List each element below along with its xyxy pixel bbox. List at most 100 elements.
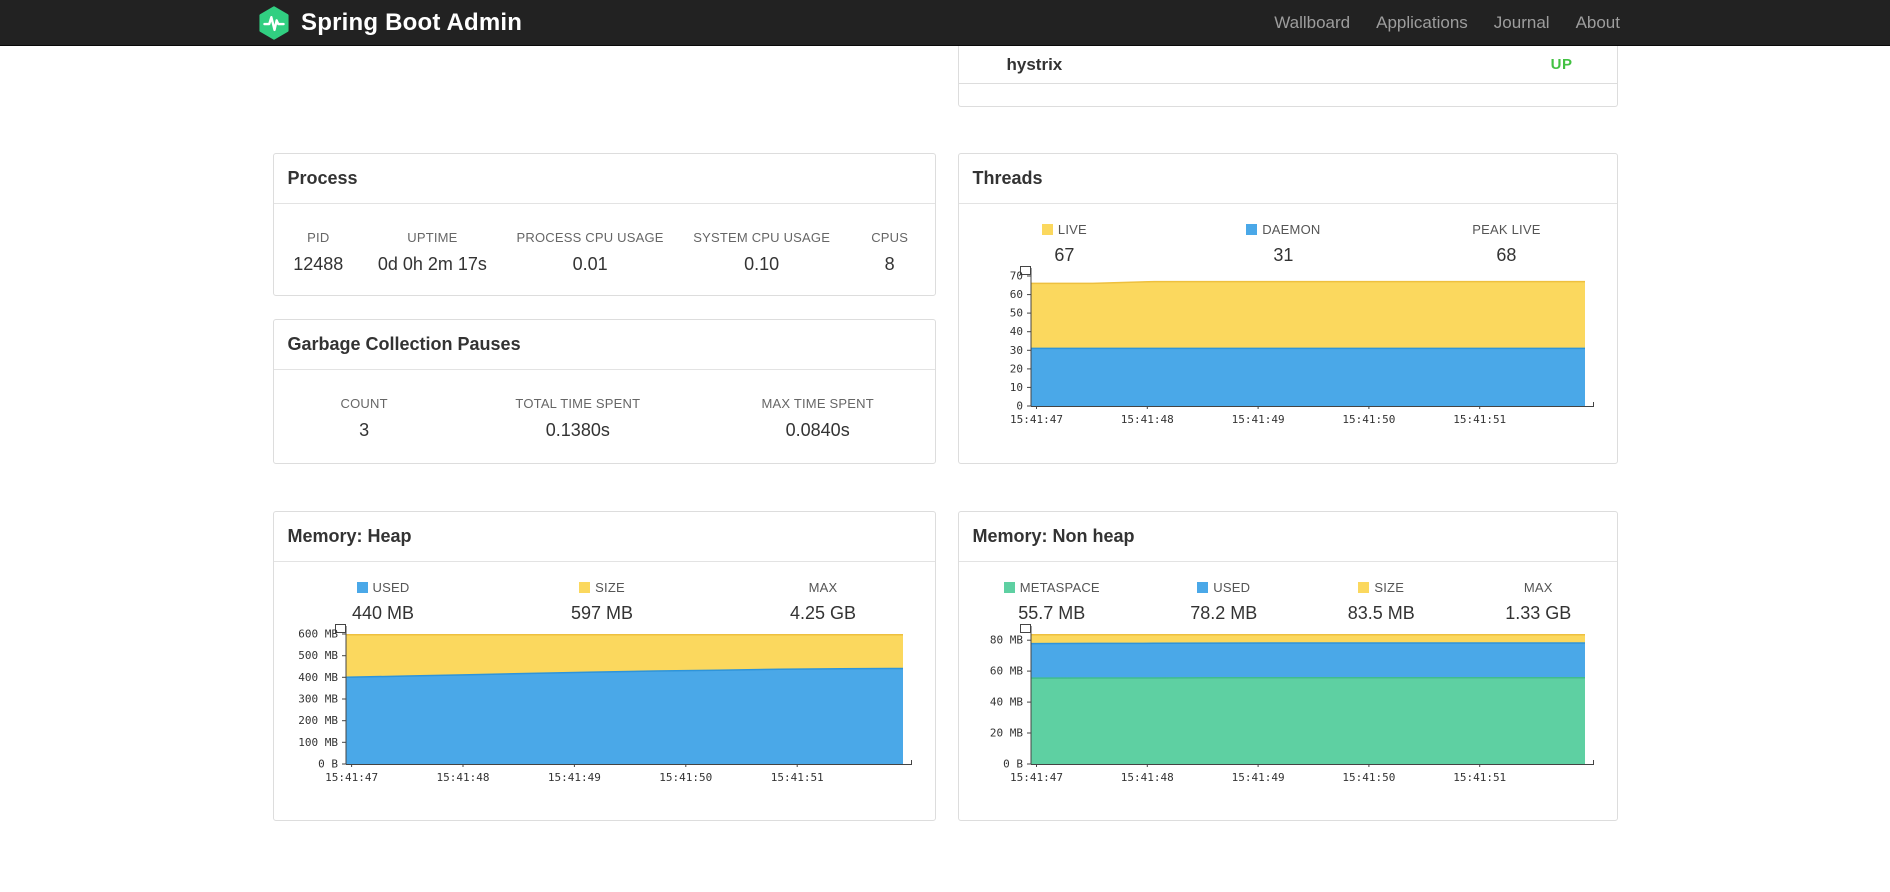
stat-label: SYSTEM CPU USAGE [693, 230, 831, 245]
process-panel-title: Process [273, 154, 935, 204]
svg-text:20 MB: 20 MB [989, 727, 1022, 740]
svg-text:15:41:50: 15:41:50 [1342, 413, 1395, 426]
legend-swatch-size [579, 582, 591, 593]
svg-text:70: 70 [1009, 270, 1022, 283]
svg-text:300 MB: 300 MB [298, 693, 338, 706]
stat-value: 8 [884, 254, 895, 274]
svg-text:80 MB: 80 MB [989, 634, 1022, 647]
memory-heap-legend: USED 440 MB SIZE 597 MB MAX 4.25 GB [274, 562, 935, 624]
stat-count: COUNT 3 [334, 396, 394, 441]
svg-text:15:41:48: 15:41:48 [436, 771, 489, 784]
legend-value: 4.25 GB [789, 603, 857, 623]
stat-label: PID [307, 230, 330, 245]
nav-applications[interactable]: Applications [1363, 0, 1481, 46]
memory-nonheap-chart: 0 B 20 MB 40 MB 60 MB 80 MB 15:41:47 15:41:48 1… [959, 624, 1617, 793]
threads-chart: 0 10 20 30 40 50 60 70 15:41:47 15:41:48 15:41:49 1… [959, 266, 1617, 435]
legend-metaspace: METASPACE 55.7 MB [1003, 580, 1100, 624]
legend-label: USED [1190, 580, 1257, 595]
stat-value: 3 [359, 420, 370, 440]
svg-text:0: 0 [1016, 400, 1023, 413]
stat-label: PROCESS CPU USAGE [516, 230, 664, 245]
legend-text: USED [1213, 580, 1251, 595]
nav-wallboard[interactable]: Wallboard [1261, 0, 1363, 46]
legend-swatch-metaspace [1003, 582, 1015, 593]
legend-label: MAX [1505, 580, 1571, 595]
legend-peak-live: PEAK LIVE 68 [1472, 222, 1540, 266]
legend-text: PEAK LIVE [1472, 222, 1541, 237]
legend-label: METASPACE [1003, 580, 1100, 595]
threads-panel-title: Threads [958, 154, 1617, 204]
svg-text:60 MB: 60 MB [989, 665, 1022, 678]
legend-text: MAX [808, 580, 838, 595]
svg-text:60: 60 [1009, 288, 1022, 301]
stat-value: 0.10 [744, 254, 780, 274]
stat-value: 0.01 [572, 254, 608, 274]
legend-value: 78.2 MB [1190, 603, 1258, 623]
stat-label: TOTAL TIME SPENT [515, 396, 641, 411]
stat-label: CPUS [871, 230, 909, 245]
legend-text: SIZE [595, 580, 625, 595]
stat-total-time-spent: TOTAL TIME SPENT 0.1380s [515, 396, 640, 441]
legend-live: LIVE 67 [1034, 222, 1094, 266]
svg-text:15:41:47: 15:41:47 [1010, 413, 1063, 426]
legend-swatch-used [356, 582, 368, 593]
legend-size: SIZE 597 MB [571, 580, 633, 624]
application-name-link[interactable]: hystrix [1007, 55, 1063, 75]
legend-text: LIVE [1057, 222, 1087, 237]
legend-swatch-used [1197, 582, 1209, 593]
svg-text:15:41:51: 15:41:51 [1453, 413, 1506, 426]
legend-used: USED 440 MB [352, 580, 414, 624]
stat-label: UPTIME [407, 230, 458, 245]
legend-text: METASPACE [1019, 580, 1100, 595]
brand-title: Spring Boot Admin [301, 8, 523, 36]
stat-value: 0.0840s [785, 420, 850, 440]
memory-nonheap-legend: METASPACE 55.7 MB USED 78.2 MB SIZE 83.5… [959, 562, 1617, 624]
svg-text:15:41:49: 15:41:49 [1231, 771, 1284, 784]
gc-panel: Garbage Collection Pauses COUNT 3 TOTAL … [272, 319, 936, 464]
threads-panel: Threads LIVE 67 DAEMON 31 PEAK LIVE 68 0… [957, 153, 1618, 464]
nav-journal[interactable]: Journal [1481, 0, 1563, 46]
legend-value: 597 MB [570, 603, 634, 623]
svg-text:40: 40 [1009, 325, 1022, 338]
nav-about[interactable]: About [1563, 0, 1633, 46]
page: Spring Boot Admin Wallboard Applications… [0, 0, 1890, 892]
svg-text:100 MB: 100 MB [298, 736, 338, 749]
stat-value: 12488 [293, 254, 344, 274]
process-stats: PID 12488 UPTIME 0d 0h 2m 17s PROCESS CP… [274, 204, 935, 275]
threads-legend: LIVE 67 DAEMON 31 PEAK LIVE 68 [959, 204, 1617, 266]
memory-heap-chart-svg: 0 B 100 MB 200 MB 300 MB 400 MB 500 MB 600 MB 1… [298, 624, 912, 784]
svg-text:50: 50 [1009, 307, 1022, 320]
memory-heap-panel: Memory: Heap USED 440 MB SIZE 597 MB MAX… [272, 511, 936, 821]
svg-text:600 MB: 600 MB [298, 628, 338, 641]
legend-label: DAEMON [1246, 222, 1320, 237]
brand-link[interactable]: Spring Boot Admin [257, 5, 523, 40]
legend-label: MAX [790, 580, 856, 595]
legend-value: 55.7 MB [1018, 603, 1086, 623]
stat-label: COUNT [340, 396, 388, 411]
stat-pid: PID 12488 [288, 230, 348, 275]
svg-text:15:41:48: 15:41:48 [1120, 771, 1173, 784]
svg-text:10: 10 [1009, 381, 1022, 394]
legend-size: SIZE 83.5 MB [1348, 580, 1415, 624]
legend-label: SIZE [571, 580, 633, 595]
svg-text:0 B: 0 B [1003, 758, 1023, 771]
stat-system-cpu-usage: SYSTEM CPU USAGE 0.10 [693, 230, 830, 275]
svg-text:15:41:51: 15:41:51 [770, 771, 823, 784]
svg-text:30: 30 [1009, 344, 1022, 357]
memory-nonheap-chart-svg: 0 B 20 MB 40 MB 60 MB 80 MB 15:41:47 15:41:48 1… [989, 624, 1594, 784]
memory-nonheap-panel-title: Memory: Non heap [958, 512, 1617, 562]
legend-value: 31 [1273, 245, 1294, 265]
spring-boot-admin-logo-icon [257, 5, 291, 40]
svg-text:15:41:47: 15:41:47 [1010, 771, 1063, 784]
status-badge: UP [1550, 56, 1573, 73]
application-row[interactable]: hystrix UP [958, 46, 1617, 84]
svg-text:500 MB: 500 MB [298, 649, 338, 662]
memory-heap-panel-title: Memory: Heap [273, 512, 935, 562]
svg-text:15:41:51: 15:41:51 [1453, 771, 1506, 784]
legend-value: 440 MB [351, 603, 415, 623]
gc-panel-title: Garbage Collection Pauses [273, 320, 935, 370]
top-navbar: Spring Boot Admin Wallboard Applications… [0, 0, 1890, 46]
svg-text:15:41:50: 15:41:50 [659, 771, 712, 784]
svg-text:0 B: 0 B [318, 758, 338, 771]
svg-text:20: 20 [1009, 362, 1022, 375]
